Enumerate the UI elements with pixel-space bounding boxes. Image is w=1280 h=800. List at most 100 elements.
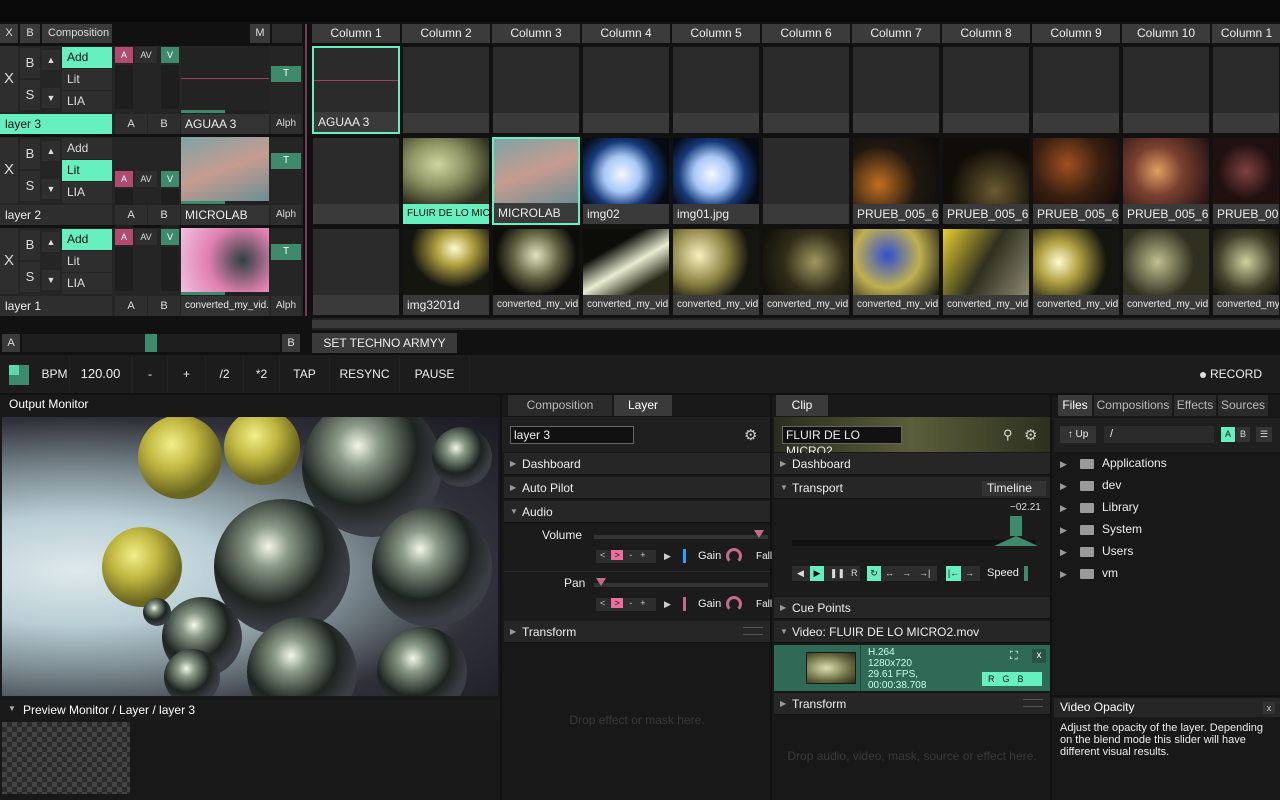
folder-expand-icon[interactable]: ▶	[1060, 476, 1080, 496]
bpm-plus-button[interactable]: +	[168, 355, 206, 393]
clip-cell[interactable]	[762, 46, 850, 134]
deck-tab[interactable]: SET TECHNO ARMYY	[312, 333, 457, 353]
clip-cell[interactable]: MICROLAB	[492, 137, 580, 225]
master-button[interactable]: M	[250, 24, 270, 43]
pan-gain-knob[interactable]	[726, 596, 742, 612]
folder-item[interactable]: ▶ Library	[1060, 497, 1139, 517]
clip-play-controls[interactable]: ◀ ▶ ❚❚ R	[792, 566, 860, 581]
column-header-1[interactable]: Column 1	[312, 24, 401, 43]
clip-cell[interactable]: PRUEB_005_64	[1032, 137, 1120, 225]
folder-item[interactable]: ▶ Users	[1060, 541, 1133, 561]
clip-settings-gear-icon[interactable]: ⚙	[1024, 426, 1037, 444]
clip-cell[interactable]: converted_my_vid...	[762, 228, 850, 316]
column-header-4[interactable]: Column 4	[582, 24, 671, 43]
column-header-3[interactable]: Column 3	[492, 24, 581, 43]
clip-cell[interactable]: converted_my_vid...	[582, 228, 670, 316]
layer-audio-fader[interactable]	[115, 247, 133, 291]
crossfader-slider[interactable]	[22, 334, 280, 352]
layer-clear-button[interactable]: X	[0, 46, 18, 112]
layer-crossfade-a-button[interactable]: A	[115, 205, 147, 225]
folder-item[interactable]: ▶ dev	[1060, 475, 1121, 495]
blend-mode-add[interactable]: Add	[62, 138, 112, 159]
clip-cell[interactable]	[852, 46, 940, 134]
layer-video-fader[interactable]	[161, 65, 179, 109]
layer-move-down-icon[interactable]: ▼	[42, 88, 60, 108]
tab-compositions[interactable]: Compositions	[1094, 395, 1172, 416]
layer-solo-button[interactable]: S	[20, 171, 40, 201]
tab-effects[interactable]: Effects	[1174, 395, 1216, 416]
layer-name[interactable]: layer 3	[0, 114, 112, 134]
column-header-9[interactable]: Column 9	[1032, 24, 1121, 43]
clip-cell[interactable]: AGUAA 3	[312, 46, 400, 134]
clip-cell[interactable]	[1212, 46, 1280, 134]
bpm-double-button[interactable]: *2	[244, 355, 280, 393]
layer-move-up-icon[interactable]: ▲	[42, 141, 60, 161]
volume-playback-controls[interactable]: < > - +	[596, 550, 656, 563]
folder-item[interactable]: ▶ System	[1060, 519, 1142, 539]
layer-move-down-icon[interactable]: ▼	[42, 179, 60, 199]
clip-cell[interactable]: PRUEB_005_63	[942, 137, 1030, 225]
clip-cell[interactable]: converted_my_vid...	[672, 228, 760, 316]
layer-bypass-button[interactable]: B	[20, 139, 40, 169]
clip-cell[interactable]	[582, 46, 670, 134]
crossfader-a-button[interactable]: A	[2, 334, 20, 352]
folder-expand-icon[interactable]: ▶	[1060, 498, 1080, 518]
clip-cell[interactable]: converted_my_vid...	[942, 228, 1030, 316]
layer-alpha-button[interactable]: Alph	[271, 114, 301, 134]
clip-transform-drag-handle-icon[interactable]	[1023, 699, 1043, 707]
folder-item[interactable]: ▶ Applications	[1060, 453, 1167, 473]
tab-files[interactable]: Files	[1058, 395, 1092, 416]
clip-cell[interactable]	[942, 46, 1030, 134]
clip-cell[interactable]	[492, 46, 580, 134]
layer-solo-button[interactable]: S	[20, 80, 40, 110]
layer-transition-button[interactable]: T	[271, 66, 301, 82]
layer-crossfade-b-button[interactable]: B	[148, 296, 180, 316]
clip-cell[interactable]	[312, 228, 400, 316]
layer-alpha-button[interactable]: Alph	[271, 205, 301, 225]
clip-cell[interactable]: converted_my_vid...	[1212, 228, 1280, 316]
clip-cell[interactable]	[402, 46, 490, 134]
tap-button[interactable]: TAP	[280, 355, 330, 393]
blend-mode-add[interactable]: Add	[62, 47, 112, 68]
layer-move-up-icon[interactable]: ▲	[42, 232, 60, 252]
video-section[interactable]: Video: FLUIR DE LO MICRO2.mov	[774, 621, 1050, 643]
clip-cell[interactable]	[672, 46, 760, 134]
clip-cell[interactable]: PRUEB_005_62	[852, 137, 940, 225]
column-header-8[interactable]: Column 8	[942, 24, 1031, 43]
browser-up-button[interactable]: ↑ Up	[1060, 426, 1096, 443]
bpm-value[interactable]: 120.00	[70, 355, 132, 393]
blend-mode-lia[interactable]: LIA	[62, 91, 112, 112]
clip-cell[interactable]	[762, 137, 850, 225]
tab-sources[interactable]: Sources	[1218, 395, 1268, 416]
layer-audio-a-button[interactable]: A	[115, 229, 133, 245]
pan-playback-controls[interactable]: < > - +	[596, 598, 656, 611]
clip-speed-slider[interactable]	[1024, 566, 1028, 581]
layer-crossfade-a-button[interactable]: A	[115, 114, 147, 134]
clip-cell[interactable]: converted_my_vid...	[1122, 228, 1210, 316]
clip-cell[interactable]: PRUEB_005_65	[1122, 137, 1210, 225]
layer-settings-gear-icon[interactable]: ⚙	[744, 426, 757, 444]
blend-mode-add[interactable]: Add	[62, 229, 112, 250]
layer-audio-a-button[interactable]: A	[115, 47, 133, 63]
column-header-10[interactable]: Column 10	[1122, 24, 1211, 43]
layer-crossfade-b-button[interactable]: B	[148, 205, 180, 225]
layer-transform-section[interactable]: Transform	[504, 621, 770, 643]
layer-video-fader[interactable]	[161, 247, 179, 291]
tab-composition[interactable]: Composition	[508, 395, 612, 416]
record-button[interactable]: RECORD	[1200, 355, 1280, 393]
blend-mode-lit[interactable]: Lit	[62, 160, 112, 181]
composition-bypass-button[interactable]: B	[20, 24, 40, 43]
clip-grid-scrollbar[interactable]	[312, 318, 1280, 330]
clip-direction[interactable]: |← →	[946, 566, 980, 581]
clip-transform-section[interactable]: Transform	[774, 693, 1050, 715]
clip-cell[interactable]: converted_my_vid...	[852, 228, 940, 316]
layer-solo-button[interactable]: S	[20, 262, 40, 292]
browser-deck-b-button[interactable]: B	[1236, 427, 1250, 442]
blend-mode-lit[interactable]: Lit	[62, 251, 112, 272]
rgb-channels[interactable]: RGB	[982, 672, 1042, 686]
clip-cell[interactable]: img01.jpg	[672, 137, 760, 225]
layer-audio-fader[interactable]	[115, 65, 133, 109]
clip-cell[interactable]: converted_my_vid...	[492, 228, 580, 316]
clip-cell[interactable]: converted_my_vid...	[1032, 228, 1120, 316]
layer-clear-button[interactable]: X	[0, 228, 18, 294]
